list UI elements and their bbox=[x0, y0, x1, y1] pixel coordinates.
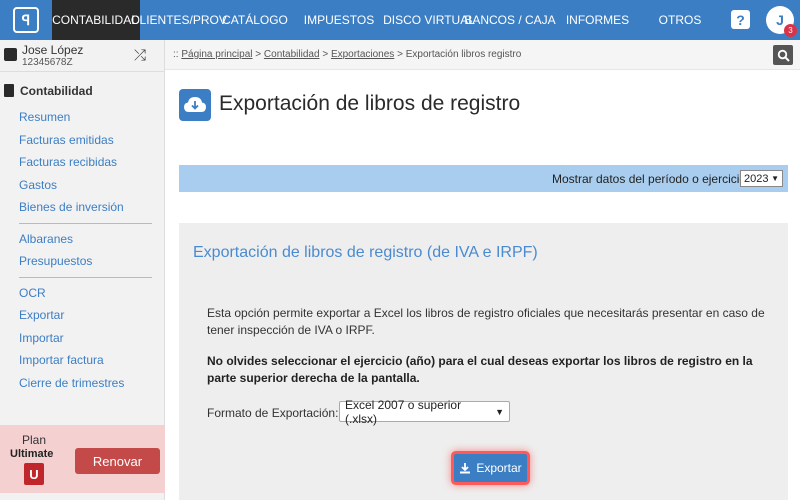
nav-item-contabilidad[interactable]: CONTABILIDAD bbox=[52, 0, 140, 40]
app-logo[interactable]: ꟼ bbox=[0, 0, 52, 40]
plan-icon: U bbox=[24, 463, 44, 485]
download-icon bbox=[460, 463, 471, 474]
nav-item-bancos-caja[interactable]: BANCOS / CAJA bbox=[464, 0, 555, 40]
sidebar-item-facturas-recibidas[interactable]: Facturas recibidas bbox=[19, 155, 117, 169]
period-label: Mostrar datos del período o ejercicio bbox=[552, 172, 747, 186]
sidebar-item-importar-factura[interactable]: Importar factura bbox=[19, 353, 104, 367]
chevron-down-icon: ▼ bbox=[495, 406, 504, 417]
export-panel: Exportación de libros de registro (de IV… bbox=[179, 223, 788, 500]
period-bar: Mostrar datos del período o ejercicio 20… bbox=[179, 165, 788, 192]
panel-description: Esta opción permite exportar a Excel los… bbox=[207, 306, 765, 337]
sidebar-item-gastos[interactable]: Gastos bbox=[19, 178, 57, 192]
plan-label: Plan bbox=[22, 433, 47, 447]
breadcrumb-separator: > bbox=[255, 49, 262, 60]
chevron-down-icon: ▼ bbox=[771, 174, 779, 183]
notification-badge: 3 bbox=[784, 24, 797, 37]
user-name: Jose López bbox=[22, 43, 84, 57]
panel-title: Exportación de libros de registro (de IV… bbox=[193, 244, 538, 261]
period-select[interactable]: 2023 ▼ bbox=[740, 170, 783, 187]
document-icon bbox=[4, 84, 14, 97]
page-title: Exportación de libros de registro bbox=[219, 92, 521, 115]
logo-icon: ꟼ bbox=[13, 7, 39, 33]
format-select[interactable]: Excel 2007 o superior (.xlsx) ▼ bbox=[339, 398, 510, 426]
cloud-download-icon bbox=[179, 89, 211, 121]
nav-item-clientes[interactable]: CLIENTES/PROV. bbox=[131, 0, 229, 40]
breadcrumb-separator: > bbox=[322, 49, 329, 60]
plan-box: Plan Ultimate U Renovar bbox=[0, 425, 165, 493]
plan-name: Ultimate bbox=[10, 448, 54, 460]
sidebar-divider bbox=[19, 223, 152, 224]
breadcrumb-exportaciones[interactable]: Exportaciones bbox=[331, 49, 394, 60]
nav-item-catalogo[interactable]: CATÁLOGO bbox=[220, 0, 290, 40]
breadcrumb: :: Página principal > Contabilidad > Exp… bbox=[173, 49, 521, 60]
format-select-value: Excel 2007 o superior (.xlsx) bbox=[345, 397, 462, 426]
sidebar-item-exportar[interactable]: Exportar bbox=[19, 308, 64, 322]
user-info: Jose López 12345678Z ⤮ bbox=[0, 40, 165, 72]
breadcrumb-separator: > bbox=[397, 49, 403, 60]
top-navbar: ꟼ CONTABILIDAD CLIENTES/PROV. CATÁLOGO I… bbox=[0, 0, 800, 40]
breadcrumb-current: Exportación libros registro bbox=[405, 49, 522, 60]
export-button[interactable]: Exportar bbox=[454, 454, 527, 482]
breadcrumb-contabilidad[interactable]: Contabilidad bbox=[264, 49, 320, 60]
breadcrumb-home[interactable]: Página principal bbox=[181, 49, 252, 60]
renew-button[interactable]: Renovar bbox=[75, 448, 160, 474]
period-select-value: 2023 bbox=[744, 172, 769, 185]
sidebar-item-facturas-emitidas[interactable]: Facturas emitidas bbox=[19, 133, 114, 147]
user-id: 12345678Z bbox=[22, 57, 73, 68]
sidebar-item-importar[interactable]: Importar bbox=[19, 331, 64, 345]
switch-company-icon[interactable]: ⤮ bbox=[134, 47, 146, 64]
sidebar-item-cierre-trimestres[interactable]: Cierre de trimestres bbox=[19, 376, 124, 390]
sidebar-divider bbox=[19, 277, 152, 278]
panel-warning: No olvides seleccionar el ejercicio (año… bbox=[207, 354, 753, 385]
sidebar-item-presupuestos[interactable]: Presupuestos bbox=[19, 254, 92, 268]
breadcrumb-prefix: :: bbox=[173, 49, 179, 60]
sidebar-item-bienes-inversion[interactable]: Bienes de inversión bbox=[19, 200, 124, 214]
sidebar: Jose López 12345678Z ⤮ Contabilidad Resu… bbox=[0, 40, 165, 500]
sidebar-section-title: Contabilidad bbox=[20, 84, 93, 98]
sidebar-item-albaranes[interactable]: Albaranes bbox=[19, 232, 73, 246]
user-icon bbox=[4, 48, 17, 61]
nav-item-otros[interactable]: OTROS bbox=[645, 0, 715, 40]
nav-item-disco-virtual[interactable]: DISCO VIRTUAL bbox=[383, 0, 475, 40]
nav-item-impuestos[interactable]: IMPUESTOS bbox=[290, 0, 388, 40]
breadcrumb-bar: :: Página principal > Contabilidad > Exp… bbox=[165, 40, 800, 70]
format-label: Formato de Exportación: bbox=[207, 406, 339, 420]
sidebar-item-resumen[interactable]: Resumen bbox=[19, 110, 70, 124]
sidebar-item-ocr[interactable]: OCR bbox=[19, 286, 46, 300]
help-icon[interactable]: ? bbox=[731, 10, 750, 29]
search-icon[interactable] bbox=[773, 45, 793, 65]
export-button-label: Exportar bbox=[476, 461, 522, 475]
nav-item-informes[interactable]: INFORMES bbox=[550, 0, 645, 40]
